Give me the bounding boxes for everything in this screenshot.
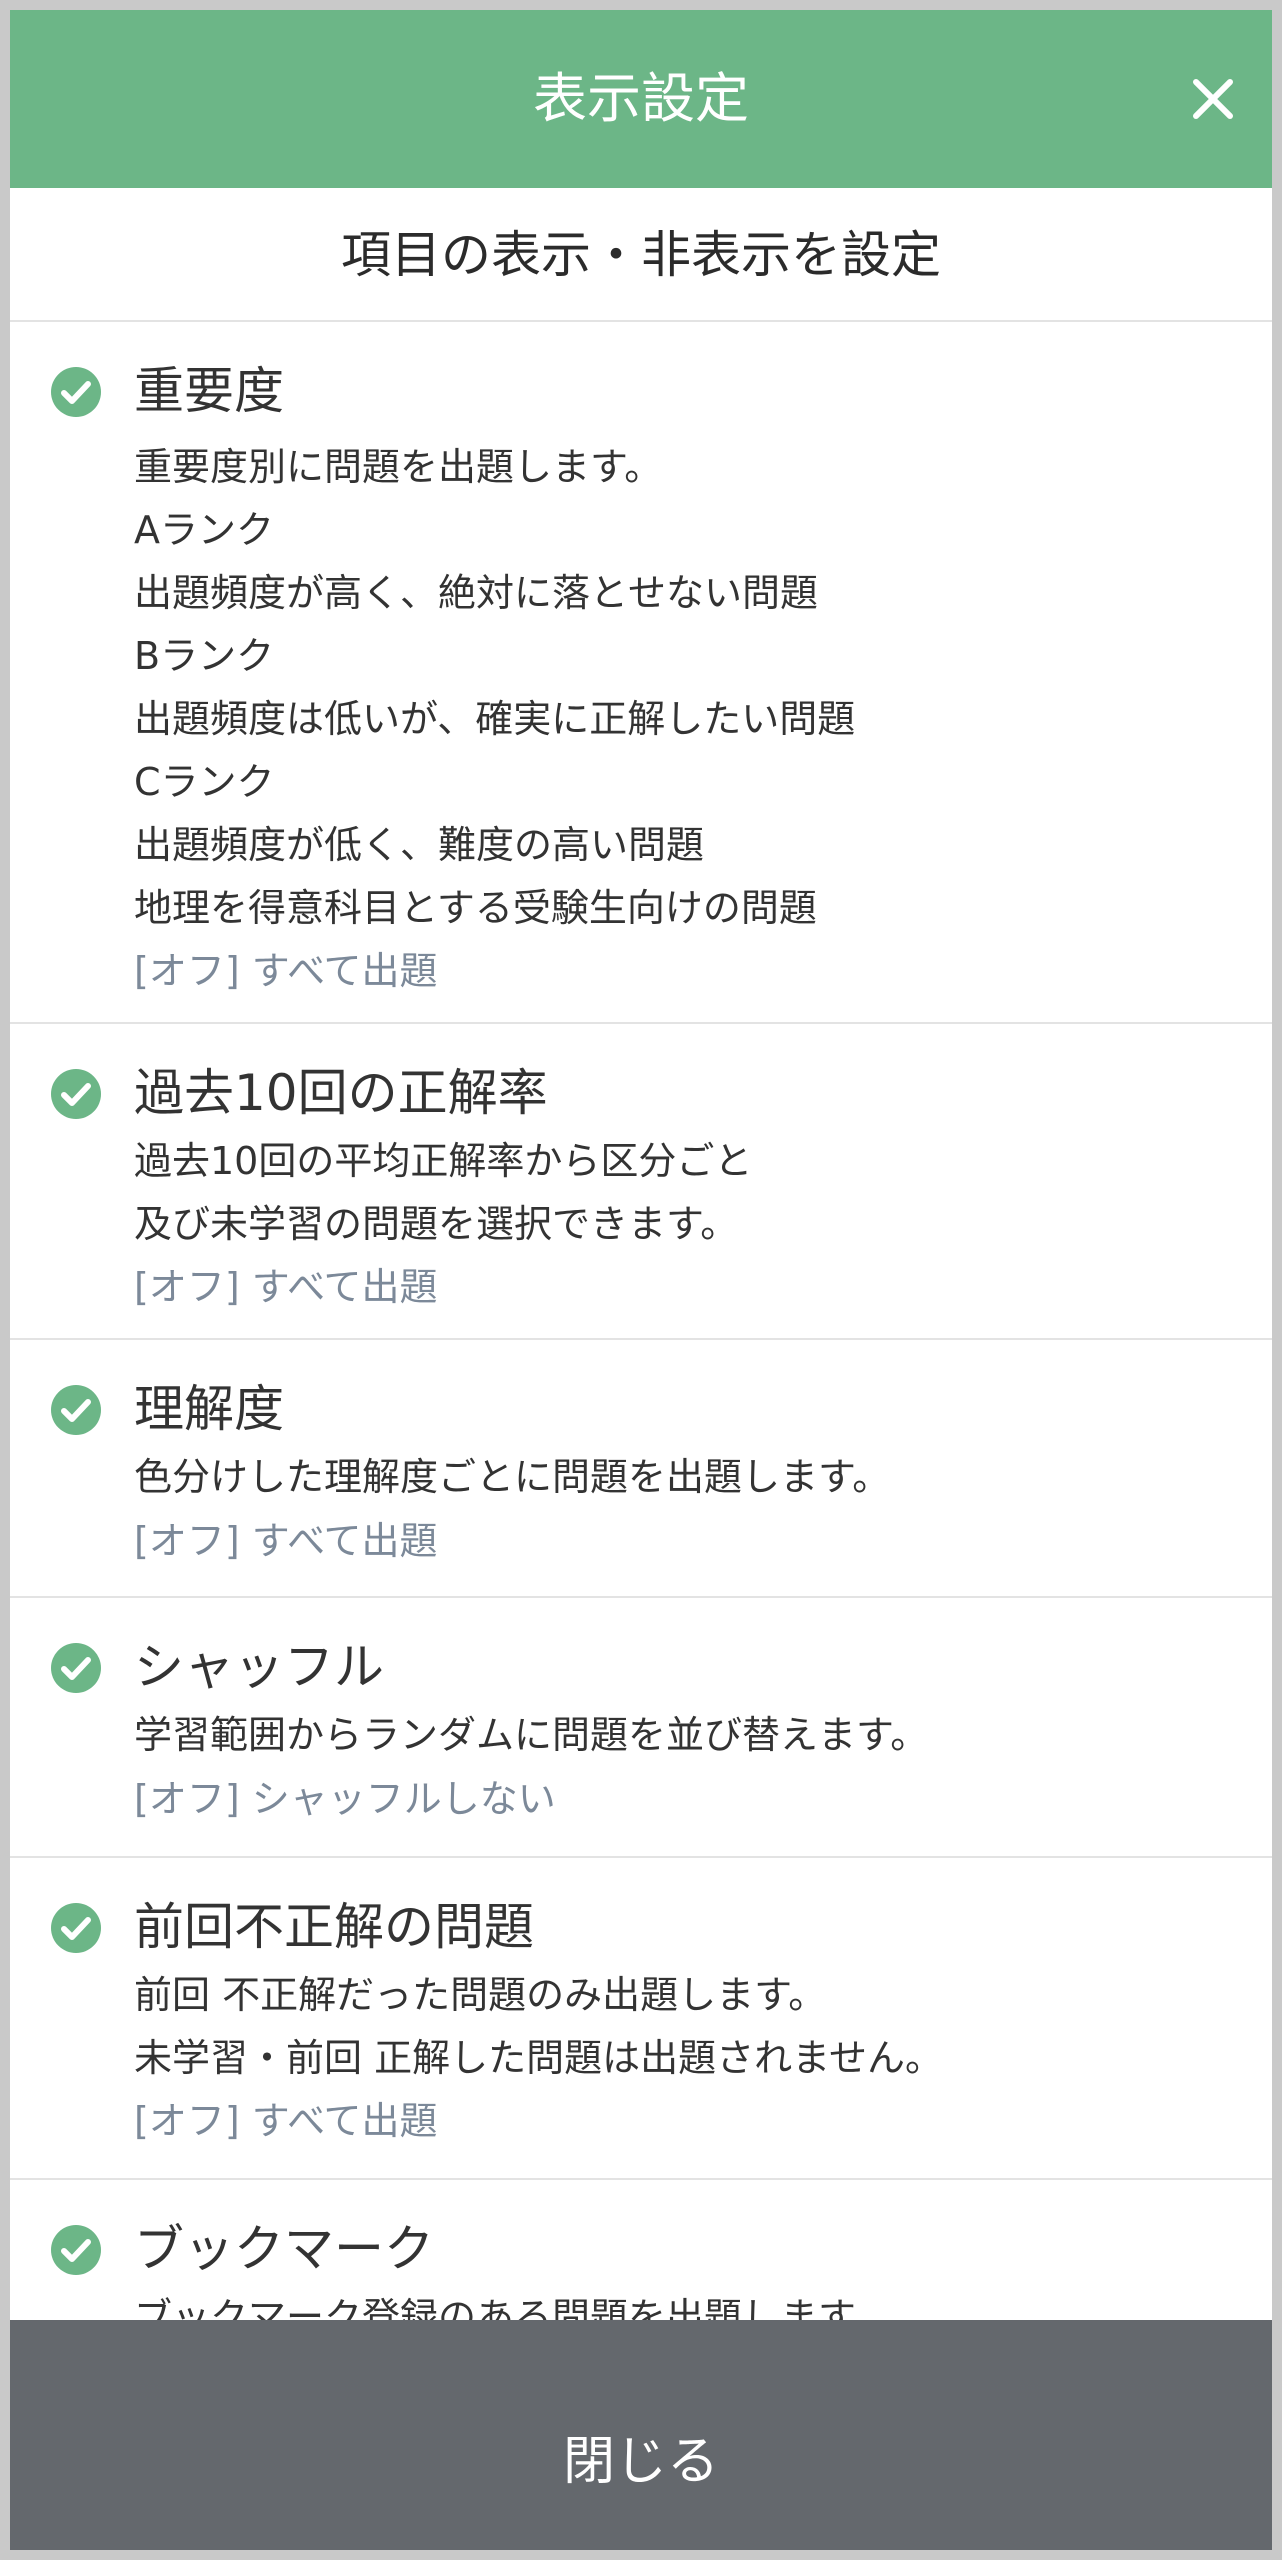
check-circle-icon	[51, 1643, 101, 1693]
setting-description-line: Bランク	[134, 634, 275, 678]
close-button-label: 閉じる	[562, 2432, 719, 2492]
setting-item-title: 過去10回の正解率	[134, 1064, 548, 1122]
setting-item-understanding[interactable]: 理解度 色分けした理解度ごとに問題を出題します。 [オフ] すべて出題	[10, 1340, 1272, 1598]
setting-status: [オフ] シャッフルしない	[134, 1777, 556, 1821]
setting-item-previous-incorrect[interactable]: 前回不正解の問題 前回 不正解だった問題のみ出題します。 未学習・前回 正解した…	[10, 1858, 1272, 2180]
check-circle-icon	[51, 1903, 101, 1953]
settings-list: 重要度 重要度別に問題を出題します。 Aランク 出題頻度が高く、絶対に落とせない…	[10, 322, 1272, 2320]
section-title: 項目の表示・非表示を設定	[341, 226, 941, 284]
setting-status: [オフ] すべて出題	[134, 1265, 438, 1309]
check-circle-icon	[51, 1385, 101, 1435]
setting-item-title: 前回不正解の問題	[134, 1898, 534, 1956]
setting-description-line: 及び未学習の問題を選択できます。	[134, 1202, 739, 1246]
setting-description-line: 未学習・前回 正解した問題は出題されません。	[134, 2036, 943, 2080]
setting-status: [オフ] すべて出題	[134, 949, 438, 993]
check-circle-icon	[51, 1069, 101, 1119]
setting-description-line: 過去10回の平均正解率から区分ごと	[134, 1139, 753, 1183]
settings-modal: 表示設定 項目の表示・非表示を設定 重要度 重要度別に問題を出題します。 Aラン…	[10, 10, 1272, 2550]
setting-description-line: 出題頻度が低く、難度の高い問題	[134, 823, 705, 867]
setting-item-title: ブックマーク	[134, 2220, 434, 2278]
modal-title: 表示設定	[533, 67, 749, 130]
check-circle-icon	[51, 367, 101, 417]
setting-description-line: ブックマーク登録のある問題を出題します。	[134, 2295, 891, 2320]
setting-item-shuffle[interactable]: シャッフル 学習範囲からランダムに問題を並び替えます。 [オフ] シャッフルしな…	[10, 1598, 1272, 1858]
modal-header: 表示設定	[10, 10, 1272, 188]
setting-item-bookmark[interactable]: ブックマーク ブックマーク登録のある問題を出題します。	[10, 2180, 1272, 2320]
setting-description-line: Aランク	[134, 508, 274, 552]
setting-status: [オフ] すべて出題	[134, 2099, 438, 2143]
setting-description-line: Cランク	[134, 760, 275, 804]
setting-item-title: シャッフル	[134, 1638, 384, 1696]
setting-description-line: 地理を得意科目とする受験生向けの問題	[134, 886, 817, 930]
setting-item-past10-accuracy[interactable]: 過去10回の正解率 過去10回の平均正解率から区分ごと 及び未学習の問題を選択で…	[10, 1024, 1272, 1340]
check-circle-icon	[51, 2225, 101, 2275]
setting-description-line: 重要度別に問題を出題します。	[134, 445, 663, 489]
setting-description-line: 前回 不正解だった問題のみ出題します。	[134, 1973, 827, 2017]
close-button[interactable]: 閉じる	[10, 2320, 1272, 2550]
setting-description-line: 出題頻度は低いが、確実に正解したい問題	[134, 697, 856, 741]
section-header: 項目の表示・非表示を設定	[10, 188, 1272, 322]
setting-description-line: 色分けした理解度ごとに問題を出題します。	[134, 1455, 891, 1499]
setting-item-title: 理解度	[134, 1380, 284, 1438]
setting-description-line: 出題頻度が高く、絶対に落とせない問題	[134, 571, 819, 615]
setting-description-line: 学習範囲からランダムに問題を並び替えます。	[134, 1713, 929, 1757]
setting-item-title: 重要度	[134, 362, 284, 420]
setting-status: [オフ] すべて出題	[134, 1519, 438, 1563]
close-icon[interactable]	[1174, 60, 1252, 138]
setting-item-importance[interactable]: 重要度 重要度別に問題を出題します。 Aランク 出題頻度が高く、絶対に落とせない…	[10, 322, 1272, 1024]
